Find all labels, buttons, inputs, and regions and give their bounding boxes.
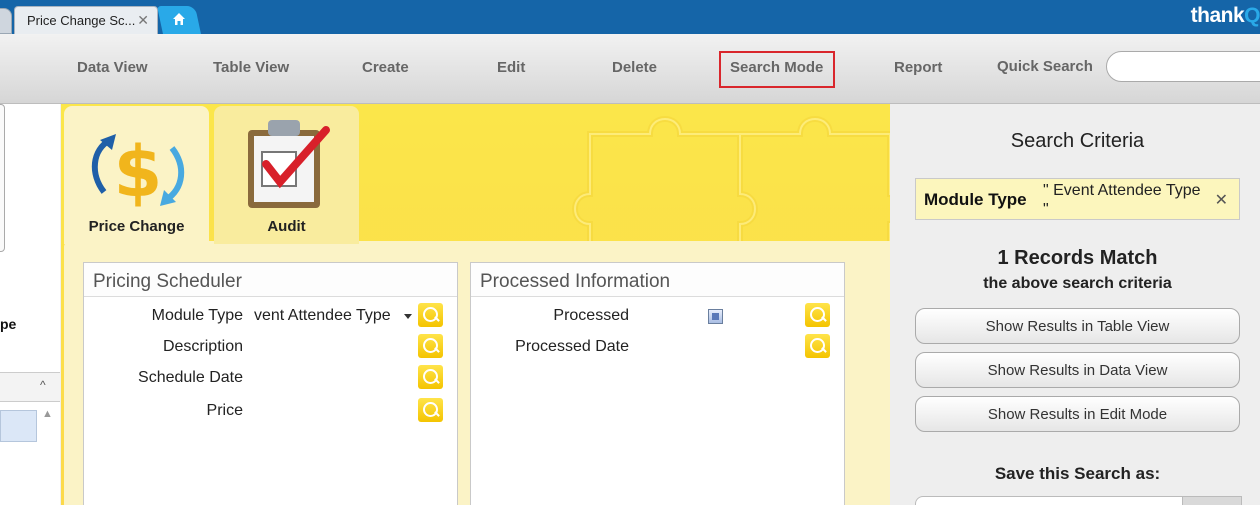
show-table-view-button[interactable]: Show Results in Table View [915, 308, 1240, 344]
description-label: Description [162, 338, 243, 355]
left-partial-label: pe [0, 316, 17, 332]
create-button[interactable]: Create [362, 59, 409, 76]
processed-information-panel: Processed Information Processed Processe… [470, 262, 845, 505]
module-type-row: Module Type vent Attendee Type [84, 302, 457, 328]
chevron-up-icon[interactable]: ^ [40, 378, 46, 392]
audit-clipboard-icon [248, 120, 330, 208]
pricing-scheduler-panel: Pricing Scheduler Module Type vent Atten… [83, 262, 458, 505]
processed-information-title: Processed Information [471, 263, 844, 297]
criterion-chip: Module Type " Event Attendee Type " ✕ [915, 178, 1240, 220]
main-content: $ Price Change Audit Pricing Scheduler M… [61, 104, 890, 505]
processed-label: Processed [553, 307, 629, 324]
quick-search-input[interactable] [1106, 51, 1260, 82]
price-search-icon[interactable] [418, 398, 443, 422]
left-list-header: ^ [0, 372, 60, 402]
edit-button[interactable]: Edit [497, 59, 525, 76]
schedule-date-row: Schedule Date [84, 364, 457, 390]
price-change-icon: $ [91, 131, 185, 210]
price-label: Price [206, 402, 243, 419]
criterion-value: " Event Attendee Type " [1043, 182, 1201, 218]
processed-date-label: Processed Date [515, 338, 629, 355]
search-mode-button[interactable]: Search Mode [730, 59, 823, 76]
price-row: Price [84, 397, 457, 423]
module-type-select[interactable]: vent Attendee Type [254, 307, 391, 325]
left-card[interactable] [0, 104, 5, 252]
title-bar: Price Change Sc... ✕ thankQ [0, 0, 1260, 34]
audit-tab[interactable]: Audit [214, 106, 359, 244]
toolbar: Data View Table View Create Edit Delete … [0, 34, 1260, 104]
brand-accent: Q [1244, 4, 1260, 27]
criterion-key: Module Type [924, 190, 1027, 209]
tab-price-change[interactable]: Price Change Sc... ✕ [14, 6, 158, 34]
description-row: Description [84, 333, 457, 359]
save-search-button[interactable] [1182, 496, 1242, 505]
home-icon[interactable] [172, 12, 186, 26]
delete-button[interactable]: Delete [612, 59, 657, 76]
search-criteria-panel: Search Criteria Module Type " Event Atte… [890, 104, 1260, 505]
show-edit-mode-button[interactable]: Show Results in Edit Mode [915, 396, 1240, 432]
audit-label: Audit [267, 218, 306, 235]
show-data-view-button[interactable]: Show Results in Data View [915, 352, 1240, 388]
search-criteria-title: Search Criteria [1010, 130, 1145, 152]
module-type-search-icon[interactable] [418, 303, 443, 327]
processed-row: Processed [471, 302, 844, 328]
previous-tab[interactable] [0, 8, 12, 34]
processed-date-row: Processed Date [471, 333, 844, 359]
scroll-up-icon[interactable]: ▲ [42, 408, 53, 420]
schedule-date-search-icon[interactable] [418, 365, 443, 389]
module-type-label: Module Type [151, 307, 243, 324]
processed-date-search-icon[interactable] [805, 334, 830, 358]
schedule-date-label: Schedule Date [138, 369, 243, 386]
chevron-down-icon[interactable] [404, 314, 412, 319]
brand-text: thank [1190, 4, 1245, 27]
data-view-button[interactable]: Data View [77, 59, 148, 76]
price-change-label: Price Change [88, 218, 185, 235]
report-button[interactable]: Report [894, 59, 942, 76]
price-change-tab[interactable]: $ Price Change [64, 106, 209, 244]
match-subtitle: the above search criteria [983, 275, 1172, 292]
table-view-button[interactable]: Table View [213, 59, 289, 76]
pricing-scheduler-title: Pricing Scheduler [84, 263, 457, 297]
processed-checkbox[interactable] [708, 309, 723, 324]
svg-text:$: $ [114, 131, 163, 210]
left-list-item[interactable] [0, 410, 37, 442]
description-search-icon[interactable] [418, 334, 443, 358]
brand-logo: thankQ [1191, 4, 1260, 28]
left-sidebar: pe ^ ▲ [0, 104, 60, 505]
quick-search-label: Quick Search [997, 58, 1093, 75]
match-count: 1 Records Match [997, 247, 1158, 269]
save-search-label: Save this Search as: [994, 464, 1161, 483]
tab-close-icon[interactable]: ✕ [137, 12, 149, 29]
remove-criterion-icon[interactable]: ✕ [1215, 190, 1228, 210]
processed-search-icon[interactable] [805, 303, 830, 327]
tab-title: Price Change Sc... [27, 13, 136, 28]
